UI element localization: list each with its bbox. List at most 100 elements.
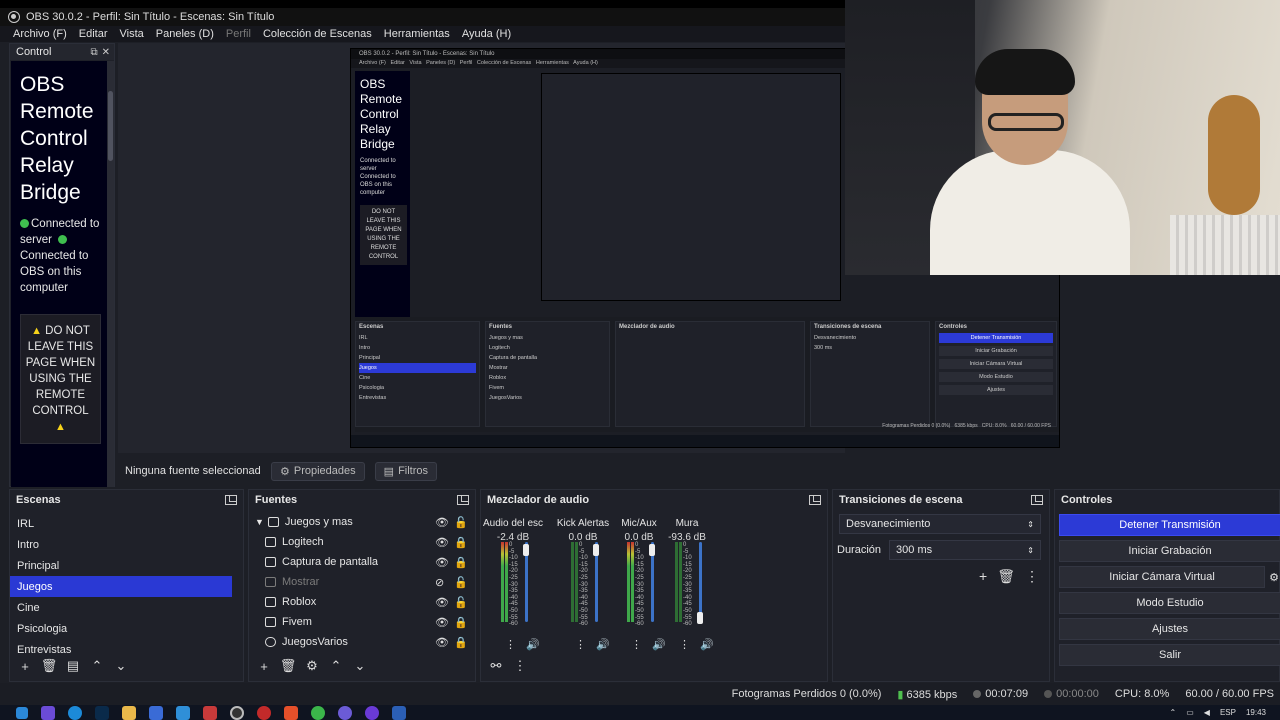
eye-icon[interactable]: 👁 [435, 596, 449, 609]
scene-item[interactable]: IRL [10, 513, 232, 534]
speaker-icon[interactable]: 🔊 [700, 638, 714, 651]
start-recording-button[interactable]: Iniciar Grabación [1059, 540, 1280, 562]
add-icon[interactable]: + [255, 657, 273, 675]
folder-icon[interactable] [122, 705, 136, 720]
stop-stream-button[interactable]: Detener Transmisión [1059, 514, 1280, 536]
menu-editar[interactable]: Editar [79, 28, 108, 40]
speaker-icon[interactable]: 🔊 [596, 638, 610, 651]
eye-hidden-icon[interactable]: ⊘ [435, 576, 444, 589]
source-item-hidden[interactable]: Mostrar ⊘ 🔓 [255, 572, 475, 592]
volume-fader[interactable] [699, 542, 702, 622]
unlock-icon[interactable]: 🔓 [454, 516, 468, 529]
whatsapp-icon[interactable] [311, 705, 325, 720]
fader-handle[interactable] [649, 544, 655, 556]
float-icon[interactable]: ⧉ [90, 47, 97, 58]
gear-icon[interactable]: ⚙ [303, 657, 321, 675]
float-icon[interactable] [809, 495, 821, 505]
scene-item[interactable]: Cine [10, 597, 232, 618]
lock-icon[interactable]: 🔒 [454, 616, 468, 629]
lock-icon[interactable]: 🔒 [454, 556, 468, 569]
chevron-up-icon[interactable]: ⌃ [88, 657, 106, 675]
trash-icon[interactable]: 🗑 [40, 657, 58, 675]
volume-icon[interactable]: ◀ [1204, 708, 1210, 717]
trash-icon[interactable]: 🗑 [997, 568, 1015, 585]
windows-start-icon[interactable] [16, 706, 28, 719]
lock-icon[interactable]: 🔒 [454, 636, 468, 649]
eye-icon[interactable]: 👁 [435, 516, 449, 529]
gear-icon[interactable]: ⚙ [1269, 571, 1279, 584]
scene-item[interactable]: Principal [10, 555, 232, 576]
eye-icon[interactable]: 👁 [435, 536, 449, 549]
settings-button[interactable]: Ajustes [1059, 618, 1280, 640]
menu-vista[interactable]: Vista [120, 28, 144, 40]
menu-herramientas[interactable]: Herramientas [384, 28, 450, 40]
scene-item[interactable]: Intro [10, 534, 232, 555]
network-icon[interactable]: ▭ [1186, 708, 1194, 717]
menu-perfil[interactable]: Perfil [226, 28, 251, 40]
store-icon[interactable] [149, 705, 163, 720]
more-icon[interactable]: ⋮ [631, 638, 642, 651]
control-scrollbar[interactable] [107, 61, 114, 487]
chevron-down-icon[interactable]: ⌄ [112, 657, 130, 675]
filters-button[interactable]: ▤ Filtros [374, 461, 438, 481]
float-icon[interactable] [225, 495, 237, 505]
chevron-up-icon[interactable]: ⌃ [327, 657, 345, 675]
speaker-icon[interactable]: 🔊 [652, 638, 666, 651]
clock[interactable]: 19:43 [1246, 708, 1266, 717]
properties-button[interactable]: ⚙ Propiedades [271, 461, 365, 481]
photoshop-icon[interactable] [95, 705, 109, 720]
source-item[interactable]: Roblox 👁 🔓 [255, 592, 475, 612]
chevron-up-icon[interactable]: ⌃ [1170, 708, 1177, 717]
app-icon[interactable] [41, 705, 55, 720]
eye-icon[interactable]: 👁 [435, 636, 449, 649]
studio-mode-button[interactable]: Modo Estudio [1059, 592, 1280, 614]
menu-archivo[interactable]: Archivo (F) [13, 28, 67, 40]
menu-coleccion[interactable]: Colección de Escenas [263, 28, 372, 40]
obs-icon[interactable] [230, 705, 244, 720]
app-icon[interactable] [203, 705, 217, 720]
chevron-down-icon[interactable]: ▼ [255, 517, 264, 527]
scene-item-selected[interactable]: Juegos [10, 576, 232, 597]
unlock-icon[interactable]: 🔓 [454, 576, 468, 589]
word-icon[interactable] [392, 705, 406, 720]
eye-icon[interactable]: 👁 [435, 616, 449, 629]
menu-ayuda[interactable]: Ayuda (H) [462, 28, 511, 40]
float-icon[interactable] [1031, 495, 1043, 505]
link-icon[interactable]: ⚯ [487, 657, 505, 675]
scene-item[interactable]: Psicologia [10, 618, 232, 639]
fader-handle[interactable] [523, 544, 529, 556]
menu-paneles[interactable]: Paneles (D) [156, 28, 214, 40]
mail-icon[interactable] [176, 705, 190, 720]
edge-icon[interactable] [68, 705, 82, 720]
fader-handle[interactable] [593, 544, 599, 556]
more-icon[interactable]: ⋮ [679, 638, 690, 651]
speaker-icon[interactable]: 🔊 [526, 638, 540, 651]
filter-icon[interactable]: ▤ [64, 657, 82, 675]
unlock-icon[interactable]: 🔓 [454, 596, 468, 609]
add-icon[interactable]: + [16, 657, 34, 675]
brave-icon[interactable] [284, 705, 298, 720]
source-item[interactable]: ▼ Juegos y mas 👁 🔓 [255, 512, 475, 532]
language-indicator[interactable]: ESP [1220, 708, 1236, 717]
app-icon[interactable] [365, 705, 379, 720]
source-item[interactable]: Logitech 👁 🔒 [255, 532, 475, 552]
more-icon[interactable]: ⋮ [511, 657, 529, 675]
transition-select[interactable]: Desvanecimiento ⇕ [839, 514, 1041, 534]
add-icon[interactable]: + [979, 568, 987, 585]
source-item[interactable]: Fivem 👁 🔒 [255, 612, 475, 632]
source-item[interactable]: JuegosVarios 👁 🔒 [255, 632, 475, 652]
chevron-down-icon[interactable]: ⌄ [351, 657, 369, 675]
source-item[interactable]: Captura de pantalla 👁 🔒 [255, 552, 475, 572]
lock-icon[interactable]: 🔒 [454, 536, 468, 549]
opera-icon[interactable] [257, 705, 271, 720]
trash-icon[interactable]: 🗑 [279, 657, 297, 675]
eye-icon[interactable]: 👁 [435, 556, 449, 569]
fader-handle[interactable] [697, 612, 703, 624]
duration-input[interactable]: 300 ms ⇕ [889, 540, 1041, 560]
close-icon[interactable]: ✕ [102, 47, 110, 58]
app-icon[interactable] [338, 705, 352, 720]
more-icon[interactable]: ⋮ [1025, 568, 1039, 585]
float-icon[interactable] [457, 495, 469, 505]
start-virtual-cam-button[interactable]: Iniciar Cámara Virtual [1059, 566, 1266, 588]
exit-button[interactable]: Salir [1059, 644, 1280, 666]
